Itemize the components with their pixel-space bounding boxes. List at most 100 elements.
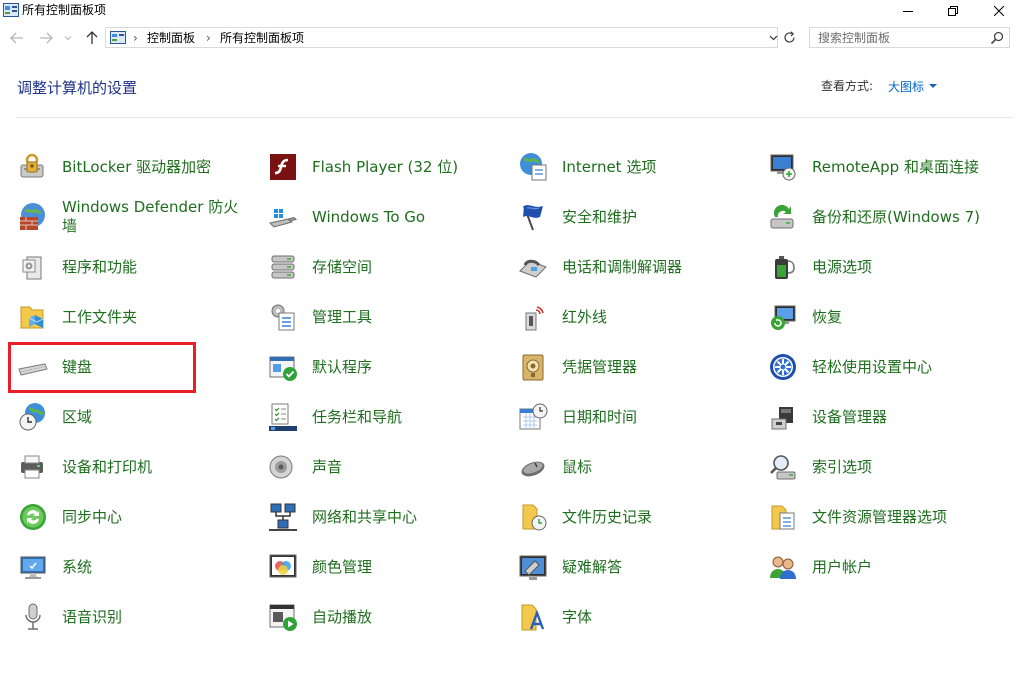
address-bar[interactable]: › 控制面板 › 所有控制面板项 [105,27,778,48]
item-label[interactable]: Internet 选项 [562,147,745,187]
item-ease-of-access[interactable]: 轻松使用设置中心 [759,347,995,387]
item-admin-tools[interactable]: 管理工具 [259,297,495,337]
item-default-programs[interactable]: 默认程序 [259,347,495,387]
item-file-history[interactable]: 文件历史记录 [509,497,745,537]
item-work-folders[interactable]: 工作文件夹 [9,297,245,337]
item-credential-manager[interactable]: 凭据管理器 [509,347,745,387]
item-label[interactable]: BitLocker 驱动器加密 [62,147,245,187]
item-folder-options[interactable]: 文件资源管理器选项 [759,497,995,537]
minimize-button[interactable] [885,0,931,22]
item-backup-restore[interactable]: 备份和还原(Windows 7) [759,197,995,237]
breadcrumb-all-items[interactable]: 所有控制面板项 [220,31,304,45]
view-by-dropdown[interactable]: 大图标 [888,77,938,95]
item-troubleshooting[interactable]: 疑难解答 [509,547,745,587]
item-windows-to-go[interactable]: Windows To Go [259,197,495,237]
item-label[interactable]: 系统 [62,547,245,587]
item-label[interactable]: 程序和功能 [62,247,245,287]
item-label[interactable]: 任务栏和导航 [312,397,495,437]
restore-button[interactable] [930,0,976,22]
item-security-maintenance[interactable]: 安全和维护 [509,197,745,237]
search-input[interactable] [818,30,988,45]
up-button[interactable] [83,28,101,48]
item-label[interactable]: 鼠标 [562,447,745,487]
item-label[interactable]: Flash Player (32 位) [312,147,495,187]
item-region[interactable]: 区域 [9,397,245,437]
item-label[interactable]: 自动播放 [312,597,495,637]
item-label[interactable]: 凭据管理器 [562,347,745,387]
region-icon [19,403,45,431]
item-remoteapp[interactable]: RemoteApp 和桌面连接 [759,147,995,187]
item-label[interactable]: 疑难解答 [562,547,745,587]
item-mouse[interactable]: 鼠标 [509,447,745,487]
address-dropdown-button[interactable] [767,30,779,46]
item-fonts[interactable]: 字体 [509,597,745,637]
item-system[interactable]: 系统 [9,547,245,587]
item-flash-player[interactable]: Flash Player (32 位) [259,147,495,187]
item-label[interactable]: 备份和还原(Windows 7) [812,197,995,237]
item-sync-center[interactable]: 同步中心 [9,497,245,537]
breadcrumb-separator-icon[interactable]: › [206,31,211,45]
item-label[interactable]: RemoteApp 和桌面连接 [812,147,995,187]
item-autoplay[interactable]: 自动播放 [259,597,495,637]
item-infrared[interactable]: 红外线 [509,297,745,337]
item-programs[interactable]: 程序和功能 [9,247,245,287]
item-user-accounts[interactable]: 用户帐户 [759,547,995,587]
item-label[interactable]: 字体 [562,597,745,637]
item-label[interactable]: 同步中心 [62,497,245,537]
item-label[interactable]: Windows Defender 防火墙 [62,197,245,237]
autoplay-icon [269,604,297,631]
item-label[interactable]: 默认程序 [312,347,495,387]
item-label[interactable]: 恢复 [812,297,995,337]
item-label[interactable]: Windows To Go [312,197,495,237]
item-label[interactable]: 语音识别 [62,597,245,637]
item-recovery[interactable]: 恢复 [759,297,995,337]
item-label[interactable]: 声音 [312,447,495,487]
item-label[interactable]: 存储空间 [312,247,495,287]
item-label[interactable]: 网络和共享中心 [312,497,495,537]
item-speech-recognition[interactable]: 语音识别 [9,597,245,637]
item-bitlocker[interactable]: BitLocker 驱动器加密 [9,147,245,187]
item-sound[interactable]: 声音 [259,447,495,487]
item-label[interactable]: 键盘 [62,347,245,387]
breadcrumb-separator-icon[interactable]: › [133,31,138,45]
item-label[interactable]: 电源选项 [812,247,995,287]
item-label[interactable]: 安全和维护 [562,197,745,237]
item-device-manager[interactable]: 设备管理器 [759,397,995,437]
item-keyboard[interactable]: 键盘 [9,347,245,387]
back-button[interactable] [8,28,26,48]
search-icon[interactable] [990,31,1004,45]
close-button[interactable] [976,0,1022,22]
item-label[interactable]: 日期和时间 [562,397,745,437]
item-label[interactable]: 颜色管理 [312,547,495,587]
item-label[interactable]: 电话和调制解调器 [562,247,745,287]
item-label[interactable]: 区域 [62,397,245,437]
item-label[interactable]: 设备和打印机 [62,447,245,487]
item-internet-options[interactable]: Internet 选项 [509,147,745,187]
item-network-sharing[interactable]: 网络和共享中心 [259,497,495,537]
item-taskbar-navigation[interactable]: 任务栏和导航 [259,397,495,437]
item-phone-modem[interactable]: 电话和调制解调器 [509,247,745,287]
breadcrumb-control-panel[interactable]: 控制面板 [147,31,195,45]
item-label[interactable]: 文件资源管理器选项 [812,497,995,537]
item-label[interactable]: 设备管理器 [812,397,995,437]
item-label[interactable]: 管理工具 [312,297,495,337]
recent-locations-button[interactable] [62,28,74,48]
item-power-options[interactable]: 电源选项 [759,247,995,287]
search-box[interactable] [809,27,1010,48]
item-devices-printers[interactable]: 设备和打印机 [9,447,245,487]
item-label[interactable]: 轻松使用设置中心 [812,347,995,387]
refresh-button[interactable] [779,27,799,48]
item-label[interactable]: 工作文件夹 [62,297,245,337]
caret-down-icon[interactable] [929,84,938,88]
forward-button[interactable] [37,28,55,48]
item-date-time[interactable]: 日期和时间 [509,397,745,437]
item-label[interactable]: 用户帐户 [812,547,995,587]
item-label[interactable]: 红外线 [562,297,745,337]
item-label[interactable]: 索引选项 [812,447,995,487]
item-label[interactable]: 文件历史记录 [562,497,745,537]
view-by-value[interactable]: 大图标 [888,78,924,95]
item-firewall[interactable]: Windows Defender 防火墙 [9,197,245,237]
item-storage-spaces[interactable]: 存储空间 [259,247,495,287]
item-color-management[interactable]: 颜色管理 [259,547,495,587]
item-indexing-options[interactable]: 索引选项 [759,447,995,487]
